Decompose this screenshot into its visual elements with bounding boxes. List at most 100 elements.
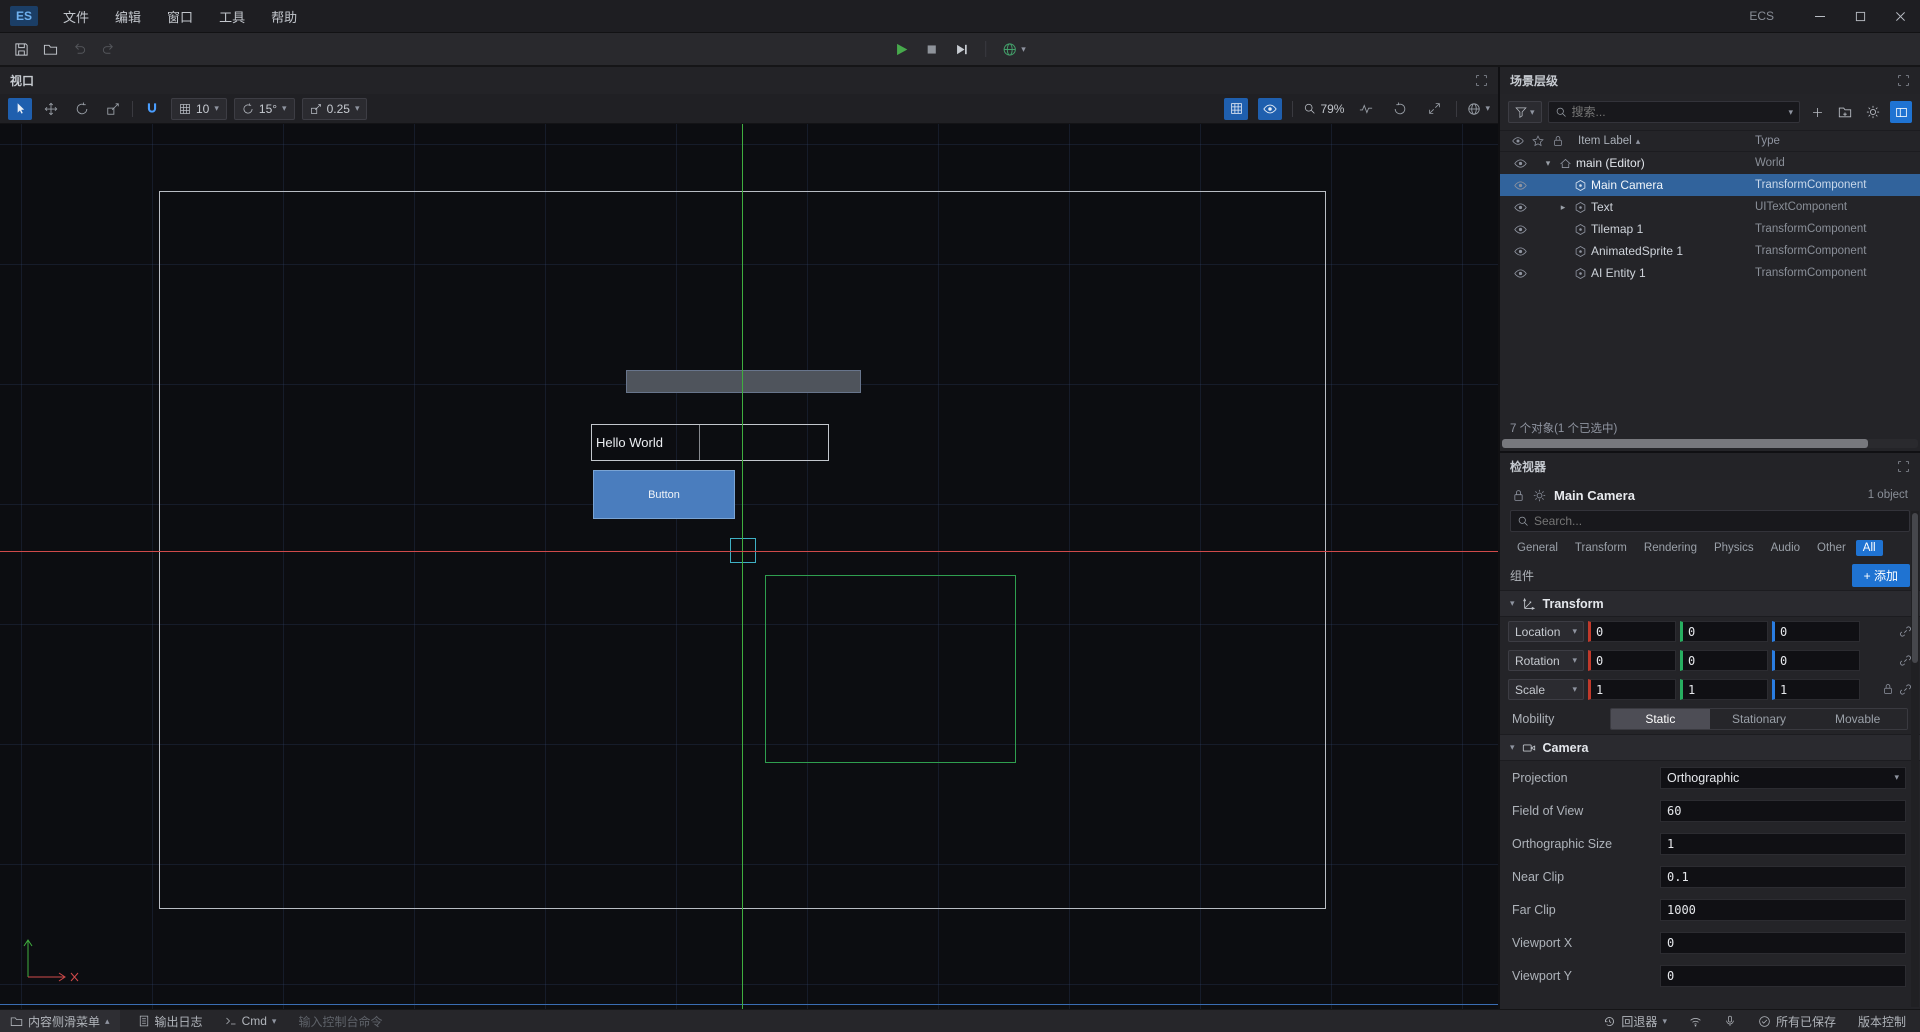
grid-snap-dropdown[interactable]: 10 ▾ — [171, 98, 227, 120]
panel-expand-icon[interactable] — [1475, 74, 1488, 87]
stats-pulse-button[interactable] — [1354, 98, 1378, 120]
open-folder-button[interactable] — [43, 42, 58, 57]
snap-magnet-icon[interactable] — [140, 98, 164, 120]
tab-rendering[interactable]: Rendering — [1637, 540, 1704, 556]
viewport-canvas[interactable]: Hello World Button — [0, 124, 1498, 1009]
lock-scale-icon[interactable] — [1882, 683, 1894, 696]
redo-button[interactable] — [101, 42, 116, 57]
grid-toggle-button[interactable] — [1224, 98, 1248, 120]
tab-transform[interactable]: Transform — [1568, 540, 1634, 556]
scrollbar-thumb[interactable] — [1912, 513, 1918, 663]
revision-control-dropdown[interactable]: 回退器 ▾ — [1599, 1010, 1671, 1032]
add-entity-button[interactable] — [1806, 101, 1828, 123]
hierarchy-horizontal-scrollbar[interactable] — [1502, 439, 1918, 448]
mobility-static-button[interactable]: Static — [1611, 709, 1710, 729]
mobility-movable-button[interactable]: Movable — [1808, 709, 1907, 729]
tab-other[interactable]: Other — [1810, 540, 1853, 556]
play-button[interactable] — [894, 42, 909, 57]
output-log-button[interactable]: 输出日志 — [134, 1010, 207, 1032]
tab-physics[interactable]: Physics — [1707, 540, 1761, 556]
fov-input[interactable] — [1667, 804, 1899, 818]
zoom-control[interactable]: 79% — [1303, 102, 1344, 116]
visibility-eye-icon[interactable] — [1512, 245, 1528, 258]
step-button[interactable] — [954, 42, 969, 57]
favorite-column-star-icon[interactable] — [1530, 135, 1546, 147]
scale-x-input[interactable] — [1588, 679, 1676, 700]
rotation-y-input[interactable] — [1680, 650, 1768, 671]
hierarchy-row-main-camera[interactable]: Main Camera TransformComponent — [1500, 174, 1920, 196]
console-command-input[interactable]: 输入控制台命令 — [294, 1010, 386, 1032]
scale-tool-button[interactable] — [101, 98, 125, 120]
hierarchy-row-main[interactable]: ▾ main (Editor) World — [1500, 152, 1920, 174]
world-globe-dropdown[interactable]: ▾ — [1002, 42, 1026, 57]
chevron-right-icon[interactable]: ▸ — [1555, 202, 1571, 213]
visibility-eye-icon[interactable] — [1512, 267, 1528, 280]
tab-audio[interactable]: Audio — [1764, 540, 1807, 556]
location-dropdown[interactable]: Location▾ — [1508, 621, 1584, 642]
column-item-label[interactable]: Item Label ▴ — [1578, 135, 1640, 147]
viewport-globe-dropdown[interactable]: ▾ — [1467, 102, 1490, 116]
scale-z-input[interactable] — [1772, 679, 1860, 700]
rotation-dropdown[interactable]: Rotation▾ — [1508, 650, 1584, 671]
near-clip-input[interactable] — [1667, 870, 1899, 884]
menu-help[interactable]: 帮助 — [258, 0, 310, 33]
visibility-column-eye-icon[interactable] — [1510, 135, 1526, 147]
inspector-vertical-scrollbar[interactable] — [1911, 511, 1919, 1007]
transform-section-header[interactable]: ▾ Transform — [1500, 590, 1920, 617]
microphone-icon[interactable] — [1720, 1010, 1740, 1032]
visibility-eye-icon[interactable] — [1512, 179, 1528, 192]
move-tool-button[interactable] — [39, 98, 63, 120]
scale-snap-dropdown[interactable]: 0.25 ▾ — [302, 98, 368, 120]
camera-section-header[interactable]: ▾ Camera — [1500, 734, 1920, 761]
panel-expand-icon[interactable] — [1897, 74, 1910, 87]
inspector-search[interactable] — [1510, 510, 1910, 532]
inspector-search-input[interactable] — [1534, 514, 1903, 528]
rotation-z-input[interactable] — [1772, 650, 1860, 671]
hierarchy-row-animatedsprite[interactable]: AnimatedSprite 1 TransformComponent — [1500, 240, 1920, 262]
orthographic-size-input[interactable] — [1667, 837, 1899, 851]
add-component-button[interactable]: + 添加 — [1852, 564, 1910, 587]
text-widget[interactable]: Hello World — [591, 424, 829, 461]
select-tool-button[interactable] — [8, 98, 32, 120]
hierarchy-row-tilemap[interactable]: Tilemap 1 TransformComponent — [1500, 218, 1920, 240]
all-saved-indicator[interactable]: 所有已保存 — [1754, 1010, 1840, 1032]
scrollbar-thumb[interactable] — [1502, 439, 1868, 448]
hierarchy-settings-button[interactable] — [1862, 101, 1884, 123]
scale-y-input[interactable] — [1680, 679, 1768, 700]
visibility-eye-icon[interactable] — [1512, 223, 1528, 236]
rotation-snap-dropdown[interactable]: 15° ▾ — [234, 98, 295, 120]
cmd-dropdown[interactable]: Cmd ▾ — [221, 1010, 281, 1032]
filter-button[interactable]: ▾ — [1508, 101, 1542, 123]
visibility-eye-icon[interactable] — [1512, 157, 1528, 170]
network-signal-icon[interactable] — [1685, 1010, 1706, 1032]
location-z-input[interactable] — [1772, 621, 1860, 642]
viewport-y-input[interactable] — [1667, 969, 1899, 983]
button-widget[interactable]: Button — [593, 470, 735, 519]
projection-dropdown[interactable]: Orthographic ▾ — [1660, 767, 1906, 789]
tab-general[interactable]: General — [1510, 540, 1565, 556]
far-clip-input[interactable] — [1667, 903, 1899, 917]
rotate-tool-button[interactable] — [70, 98, 94, 120]
minimize-button[interactable] — [1800, 0, 1840, 32]
mobility-stationary-button[interactable]: Stationary — [1710, 709, 1809, 729]
stop-button[interactable] — [925, 43, 938, 56]
location-y-input[interactable] — [1680, 621, 1768, 642]
hierarchy-search-input[interactable] — [1572, 105, 1784, 119]
close-button[interactable] — [1880, 0, 1920, 32]
version-control-button[interactable]: 版本控制 — [1854, 1010, 1910, 1032]
tilemap-object[interactable] — [626, 370, 861, 393]
column-type[interactable]: Type — [1755, 135, 1920, 147]
lock-column-lock-icon[interactable] — [1550, 135, 1566, 147]
location-x-input[interactable] — [1588, 621, 1676, 642]
menu-tools[interactable]: 工具 — [206, 0, 258, 33]
reset-view-button[interactable] — [1388, 98, 1412, 120]
hierarchy-row-ai-entity[interactable]: AI Entity 1 TransformComponent — [1500, 262, 1920, 284]
save-button[interactable] — [14, 42, 29, 57]
visibility-toggle-button[interactable] — [1258, 98, 1282, 120]
rotation-x-input[interactable] — [1588, 650, 1676, 671]
menu-edit[interactable]: 编辑 — [102, 0, 154, 33]
undo-button[interactable] — [72, 42, 87, 57]
hierarchy-row-text[interactable]: ▸ Text UITextComponent — [1500, 196, 1920, 218]
menu-file[interactable]: 文件 — [50, 0, 102, 33]
maximize-button[interactable] — [1840, 0, 1880, 32]
